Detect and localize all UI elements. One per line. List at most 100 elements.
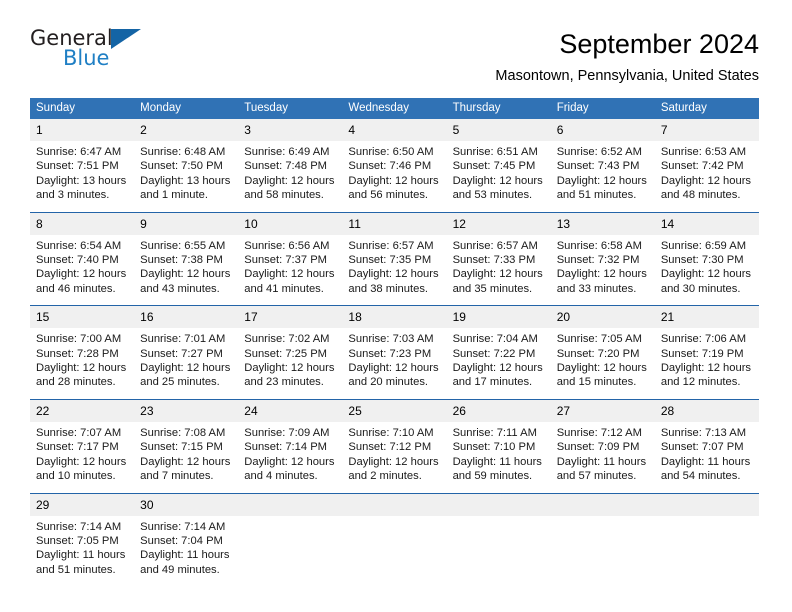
- day-number[interactable]: 12: [447, 213, 551, 235]
- daylight-text-line2: and 51 minutes.: [556, 189, 637, 202]
- weekday-header-monday: Monday: [140, 102, 182, 114]
- title-block: September 2024 Masontown, Pennsylvania, …: [495, 26, 759, 86]
- day-number[interactable]: 26: [447, 400, 551, 422]
- day-number[interactable]: 23: [134, 400, 238, 422]
- sunset-text: Sunset: 7:28 PM: [36, 347, 119, 360]
- daylight-text-line1: Daylight: 12 hours: [452, 362, 543, 375]
- sunset-text: Sunset: 7:05 PM: [36, 534, 119, 547]
- day-cell[interactable]: Sunrise: 7:14 AM Sunset: 7:04 PM Daylight:…: [134, 515, 239, 587]
- day-number[interactable]: 9: [134, 213, 238, 235]
- sunrise-text: Sunrise: 7:04 AM: [452, 333, 538, 346]
- day-cell[interactable]: Sunrise: 6:51 AM Sunset: 7:45 PM Daylight:…: [446, 141, 551, 212]
- calendar-table: Sunday Monday Tuesday Wednesday Thursday…: [30, 98, 759, 587]
- daylight-text-line2: and 35 minutes.: [452, 282, 533, 295]
- sunset-text: Sunset: 7:45 PM: [452, 160, 536, 173]
- day-number[interactable]: 4: [342, 119, 446, 141]
- sunrise-text: Sunrise: 7:05 AM: [556, 333, 642, 346]
- sunrise-text: Sunrise: 6:49 AM: [244, 146, 330, 158]
- daylight-text-line1: Daylight: 12 hours: [556, 268, 647, 281]
- day-cell[interactable]: Sunrise: 7:09 AM Sunset: 7:14 PM Daylight:…: [238, 421, 343, 493]
- daylight-text-line1: Daylight: 13 hours: [140, 174, 231, 187]
- day-number[interactable]: 7: [655, 119, 759, 141]
- sunrise-text: Sunrise: 6:48 AM: [140, 146, 226, 158]
- day-cell[interactable]: Sunrise: 6:55 AM Sunset: 7:38 PM Daylight:…: [134, 234, 239, 306]
- day-cell[interactable]: Sunrise: 7:00 AM Sunset: 7:28 PM Daylight:…: [30, 328, 135, 399]
- day-cell[interactable]: Sunrise: 6:48 AM Sunset: 7:50 PM Daylight:…: [134, 141, 239, 212]
- day-cell[interactable]: Sunrise: 6:54 AM Sunset: 7:40 PM Daylight:…: [30, 234, 135, 306]
- sunset-text: Sunset: 7:10 PM: [452, 441, 536, 454]
- day-cell[interactable]: Sunrise: 7:01 AM Sunset: 7:27 PM Daylight:…: [134, 328, 239, 399]
- day-cell[interactable]: Sunrise: 7:13 AM Sunset: 7:07 PM Daylight:…: [654, 421, 759, 493]
- day-number[interactable]: 14: [655, 213, 759, 235]
- day-cell[interactable]: Sunrise: 7:10 AM Sunset: 7:12 PM Daylight:…: [342, 421, 447, 493]
- sunrise-text: Sunrise: 6:51 AM: [452, 146, 538, 158]
- day-cell[interactable]: Sunrise: 7:04 AM Sunset: 7:22 PM Daylight:…: [446, 328, 551, 399]
- day-cell[interactable]: Sunrise: 6:59 AM Sunset: 7:30 PM Daylight:…: [654, 234, 759, 306]
- sunrise-text: Sunrise: 7:14 AM: [140, 520, 226, 533]
- day-number[interactable]: 17: [238, 306, 342, 328]
- day-cell[interactable]: Sunrise: 7:05 AM Sunset: 7:20 PM Daylight:…: [550, 328, 655, 399]
- daylight-text-line2: and 41 minutes.: [244, 282, 324, 295]
- daylight-text-line2: and 28 minutes.: [36, 376, 116, 389]
- generalblue-logo[interactable]: General Blue: [30, 26, 150, 74]
- day-cell[interactable]: Sunrise: 7:03 AM Sunset: 7:23 PM Daylight:…: [342, 328, 447, 399]
- day-number[interactable]: 28: [655, 400, 759, 422]
- day-cell[interactable]: Sunrise: 6:50 AM Sunset: 7:46 PM Daylight:…: [342, 141, 447, 212]
- day-number[interactable]: 5: [447, 119, 551, 141]
- sunset-text: Sunset: 7:43 PM: [556, 160, 640, 173]
- day-number[interactable]: 22: [30, 400, 134, 422]
- day-number[interactable]: 25: [342, 400, 446, 422]
- daylight-text-line2: and 2 minutes.: [348, 470, 422, 483]
- sunset-text: Sunset: 7:50 PM: [140, 160, 223, 173]
- day-number-empty: [447, 494, 551, 516]
- daylight-text-line1: Daylight: 12 hours: [348, 268, 439, 281]
- sunrise-text: Sunrise: 7:14 AM: [36, 520, 122, 533]
- day-cell[interactable]: Sunrise: 7:07 AM Sunset: 7:17 PM Daylight:…: [30, 421, 135, 493]
- day-number[interactable]: 3: [238, 119, 342, 141]
- day-cell[interactable]: Sunrise: 7:08 AM Sunset: 7:15 PM Daylight:…: [134, 421, 239, 493]
- daylight-text-line1: Daylight: 11 hours: [140, 549, 230, 562]
- day-cell[interactable]: Sunrise: 7:06 AM Sunset: 7:19 PM Daylight:…: [654, 328, 759, 399]
- day-cell[interactable]: Sunrise: 6:56 AM Sunset: 7:37 PM Daylight:…: [238, 234, 343, 306]
- sunset-text: Sunset: 7:04 PM: [140, 534, 223, 547]
- day-number[interactable]: 19: [447, 306, 551, 328]
- day-cell[interactable]: Sunrise: 6:49 AM Sunset: 7:48 PM Daylight:…: [238, 141, 343, 212]
- day-number[interactable]: 15: [30, 306, 134, 328]
- sunset-text: Sunset: 7:37 PM: [244, 254, 327, 267]
- calendar-body: 1 2 3 4 5 6 7 Sunrise: 6:47 AM Sunset: 7:51 PM Da…: [30, 119, 759, 587]
- day-number[interactable]: 8: [30, 213, 134, 235]
- day-cell[interactable]: Sunrise: 6:57 AM Sunset: 7:33 PM Daylight:…: [446, 234, 551, 306]
- day-number[interactable]: 27: [551, 400, 655, 422]
- day-number[interactable]: 21: [655, 306, 759, 328]
- day-number[interactable]: 2: [134, 119, 238, 141]
- day-number[interactable]: 20: [551, 306, 655, 328]
- sunrise-text: Sunrise: 6:50 AM: [348, 146, 434, 158]
- day-cell[interactable]: Sunrise: 6:57 AM Sunset: 7:35 PM Daylight:…: [342, 234, 447, 306]
- day-number[interactable]: 10: [238, 213, 342, 235]
- daylight-text-line2: and 54 minutes.: [660, 470, 741, 483]
- day-cell[interactable]: Sunrise: 7:14 AM Sunset: 7:05 PM Daylight:…: [30, 515, 135, 587]
- day-number[interactable]: 11: [342, 213, 446, 235]
- day-number[interactable]: 29: [30, 494, 134, 516]
- day-number[interactable]: 18: [342, 306, 446, 328]
- daylight-text-line1: Daylight: 11 hours: [556, 455, 647, 468]
- daylight-text-line1: Daylight: 12 hours: [244, 268, 335, 281]
- day-cell-empty: [654, 515, 759, 587]
- sunset-text: Sunset: 7:19 PM: [660, 347, 744, 360]
- daylight-text-line1: Daylight: 12 hours: [556, 362, 647, 375]
- day-cell[interactable]: Sunrise: 7:11 AM Sunset: 7:10 PM Daylight:…: [446, 421, 551, 493]
- day-number[interactable]: 1: [30, 119, 134, 141]
- day-cell[interactable]: Sunrise: 6:47 AM Sunset: 7:51 PM Daylight:…: [30, 141, 135, 212]
- day-number[interactable]: 6: [551, 119, 655, 141]
- day-cell[interactable]: Sunrise: 6:58 AM Sunset: 7:32 PM Daylight:…: [550, 234, 655, 306]
- day-cell[interactable]: Sunrise: 7:12 AM Sunset: 7:09 PM Daylight:…: [550, 421, 655, 493]
- day-number[interactable]: 24: [238, 400, 342, 422]
- sunrise-text: Sunrise: 6:56 AM: [244, 239, 330, 252]
- day-number[interactable]: 16: [134, 306, 238, 328]
- sunset-text: Sunset: 7:40 PM: [36, 254, 119, 267]
- day-number[interactable]: 13: [551, 213, 655, 235]
- day-cell[interactable]: Sunrise: 6:52 AM Sunset: 7:43 PM Daylight:…: [550, 141, 655, 212]
- day-cell[interactable]: Sunrise: 6:53 AM Sunset: 7:42 PM Daylight:…: [654, 141, 759, 212]
- day-cell[interactable]: Sunrise: 7:02 AM Sunset: 7:25 PM Daylight:…: [238, 328, 343, 399]
- day-number[interactable]: 30: [134, 494, 238, 516]
